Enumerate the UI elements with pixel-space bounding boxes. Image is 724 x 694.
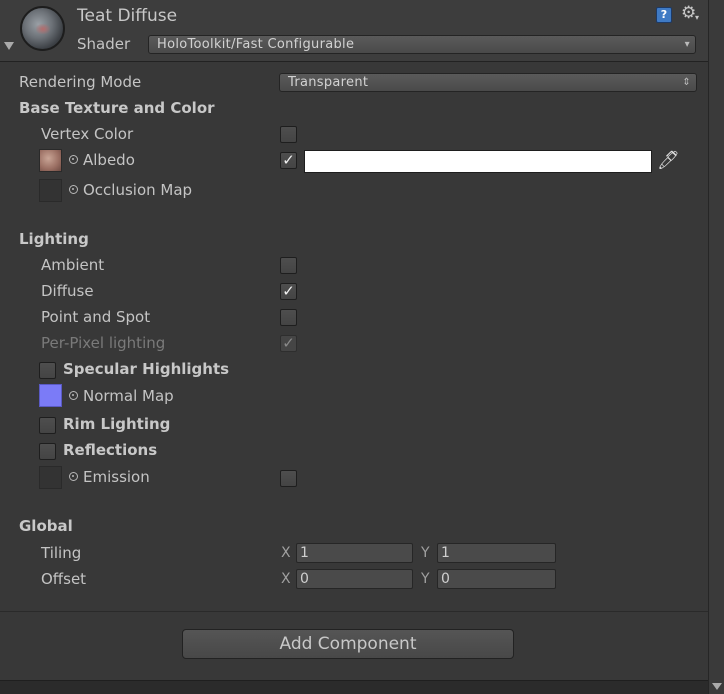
- albedo-checkbox[interactable]: ✓: [280, 152, 297, 169]
- scroll-down-icon[interactable]: [712, 683, 722, 690]
- albedo-row: Albedo: [69, 151, 135, 169]
- per-pixel-label: Per-Pixel lighting: [41, 334, 166, 352]
- specular-checkbox[interactable]: [39, 362, 56, 379]
- reflections-checkbox[interactable]: [39, 443, 56, 460]
- diffuse-label: Diffuse: [41, 282, 94, 300]
- vertex-color-label: Vertex Color: [41, 125, 134, 143]
- emission-label: Emission: [83, 468, 150, 486]
- emission-checkbox[interactable]: [280, 470, 297, 487]
- emission-row: Emission: [69, 468, 150, 486]
- diffuse-checkbox[interactable]: ✓: [280, 283, 297, 300]
- offset-x-field[interactable]: 0: [296, 569, 413, 589]
- global-heading: Global: [19, 517, 73, 535]
- point-spot-label: Point and Spot: [41, 308, 151, 326]
- albedo-label: Albedo: [83, 151, 135, 169]
- occlusion-texture-slot[interactable]: [39, 179, 62, 202]
- material-preview[interactable]: [20, 6, 65, 51]
- eyedropper-icon[interactable]: 🖊: [657, 150, 680, 171]
- object-picker-icon[interactable]: [69, 472, 78, 481]
- object-picker-icon[interactable]: [69, 155, 78, 164]
- rendering-mode-label: Rendering Mode: [19, 73, 142, 91]
- occlusion-label: Occlusion Map: [83, 181, 193, 199]
- object-picker-icon[interactable]: [69, 185, 78, 194]
- occlusion-row: Occlusion Map: [69, 181, 192, 199]
- rendering-mode-value: Transparent: [288, 75, 369, 90]
- gear-caret-icon: ▾: [695, 13, 700, 22]
- scrollbar[interactable]: [708, 0, 724, 694]
- base-heading: Base Texture and Color: [19, 99, 215, 117]
- tiling-y-field[interactable]: 1: [437, 543, 556, 563]
- shader-label: Shader: [77, 35, 131, 53]
- rim-checkbox[interactable]: [39, 417, 56, 434]
- reflections-label: Reflections: [63, 441, 158, 459]
- rim-label: Rim Lighting: [63, 415, 171, 433]
- rendering-mode-dropdown[interactable]: Transparent ⇕: [279, 73, 697, 92]
- per-pixel-checkbox: ✓: [280, 335, 297, 352]
- tiling-x-field[interactable]: 1: [296, 543, 413, 563]
- offset-label: Offset: [41, 570, 87, 588]
- offset-y-axis-label: Y: [421, 571, 430, 587]
- normal-map-texture-slot[interactable]: [39, 384, 62, 407]
- tiling-x-axis-label: X: [281, 545, 291, 561]
- offset-x-axis-label: X: [281, 571, 291, 587]
- emission-texture-slot[interactable]: [39, 466, 62, 489]
- tiling-y-axis-label: Y: [421, 545, 430, 561]
- bottom-strip: [0, 680, 708, 694]
- gear-icon[interactable]: ⚙: [681, 3, 696, 23]
- updown-icon: ⇕: [682, 77, 691, 88]
- add-component-button[interactable]: Add Component: [182, 629, 514, 659]
- albedo-color-field[interactable]: [304, 150, 652, 173]
- offset-y-field[interactable]: 0: [437, 569, 556, 589]
- foldout-arrow-icon[interactable]: [4, 42, 14, 50]
- albedo-texture-slot[interactable]: [39, 149, 62, 172]
- object-picker-icon[interactable]: [69, 391, 78, 400]
- inspector-panel: Teat Diffuse Shader HoloToolkit/Fast Con…: [0, 0, 724, 694]
- material-header: Teat Diffuse Shader HoloToolkit/Fast Con…: [0, 0, 708, 62]
- shader-value: HoloToolkit/Fast Configurable: [157, 37, 355, 52]
- help-icon[interactable]: ?: [656, 7, 672, 23]
- vertex-color-checkbox[interactable]: [280, 126, 297, 143]
- specular-label: Specular Highlights: [63, 360, 230, 378]
- normal-map-label: Normal Map: [83, 387, 174, 405]
- chevron-down-icon: ▾: [684, 39, 690, 50]
- point-spot-checkbox[interactable]: [280, 309, 297, 326]
- lighting-heading: Lighting: [19, 230, 89, 248]
- tiling-label: Tiling: [41, 544, 82, 562]
- shader-dropdown[interactable]: HoloToolkit/Fast Configurable ▾: [148, 35, 696, 54]
- ambient-label: Ambient: [41, 256, 105, 274]
- ambient-checkbox[interactable]: [280, 257, 297, 274]
- normal-map-row: Normal Map: [69, 387, 174, 405]
- material-title: Teat Diffuse: [77, 6, 178, 26]
- section-divider: [0, 611, 708, 612]
